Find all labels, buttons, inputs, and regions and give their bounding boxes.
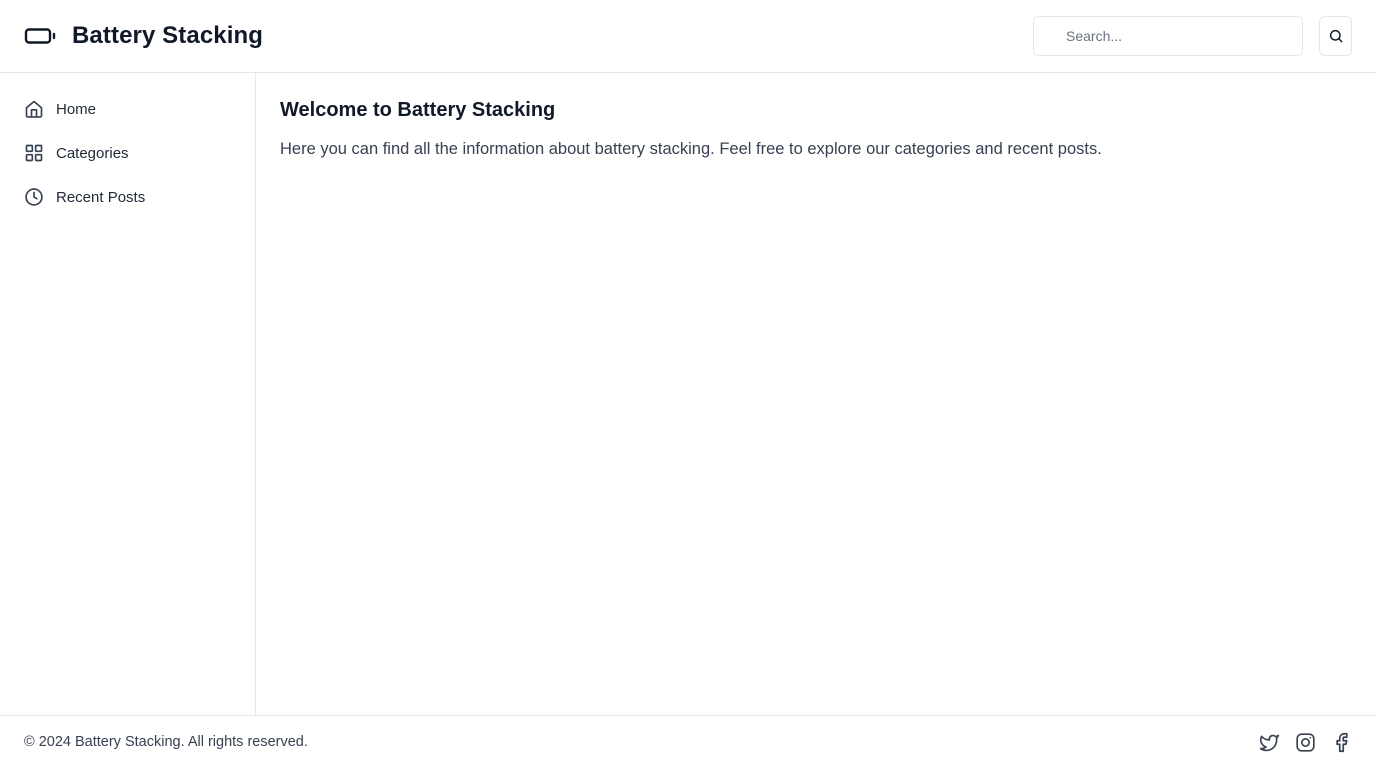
home-icon [24,99,44,119]
app-root: Battery Stacking Search... Home Categori… [0,0,1376,768]
battery-icon [24,26,56,46]
page-body: Home Categories Recent Posts Welcome to … [0,73,1376,715]
sidebar-item-label: Recent Posts [56,188,146,206]
twitter-icon[interactable] [1258,731,1280,753]
site-title: Battery Stacking [72,22,263,49]
main-content: Welcome to Battery Stacking Here you can… [256,73,1376,715]
search-icon [1328,28,1344,44]
instagram-icon[interactable] [1294,731,1316,753]
header-actions [1033,16,1352,56]
page-title: Welcome to Battery Stacking [280,99,556,121]
sidebar-item-recent-posts[interactable]: Recent Posts [24,175,231,219]
copyright-text: © 2024 Battery Stacking. All rights rese… [24,734,308,750]
facebook-icon[interactable] [1330,731,1352,753]
clock-icon [24,187,44,207]
search-input[interactable] [1033,16,1303,56]
sidebar: Home Categories Recent Posts [0,73,256,715]
sidebar-item-label: Categories [56,144,129,162]
social-links [1258,731,1352,753]
intro-text: Here you can find all the information ab… [280,140,1102,158]
grid-icon [24,143,44,163]
sidebar-item-label: Home [56,100,97,118]
footer: © 2024 Battery Stacking. All rights rese… [0,715,1376,768]
top-header: Battery Stacking [0,0,1376,73]
search-button[interactable] [1319,16,1352,56]
brand[interactable]: Battery Stacking [24,22,263,50]
sidebar-item-home[interactable]: Home [24,87,231,131]
sidebar-item-categories[interactable]: Categories [24,131,231,175]
